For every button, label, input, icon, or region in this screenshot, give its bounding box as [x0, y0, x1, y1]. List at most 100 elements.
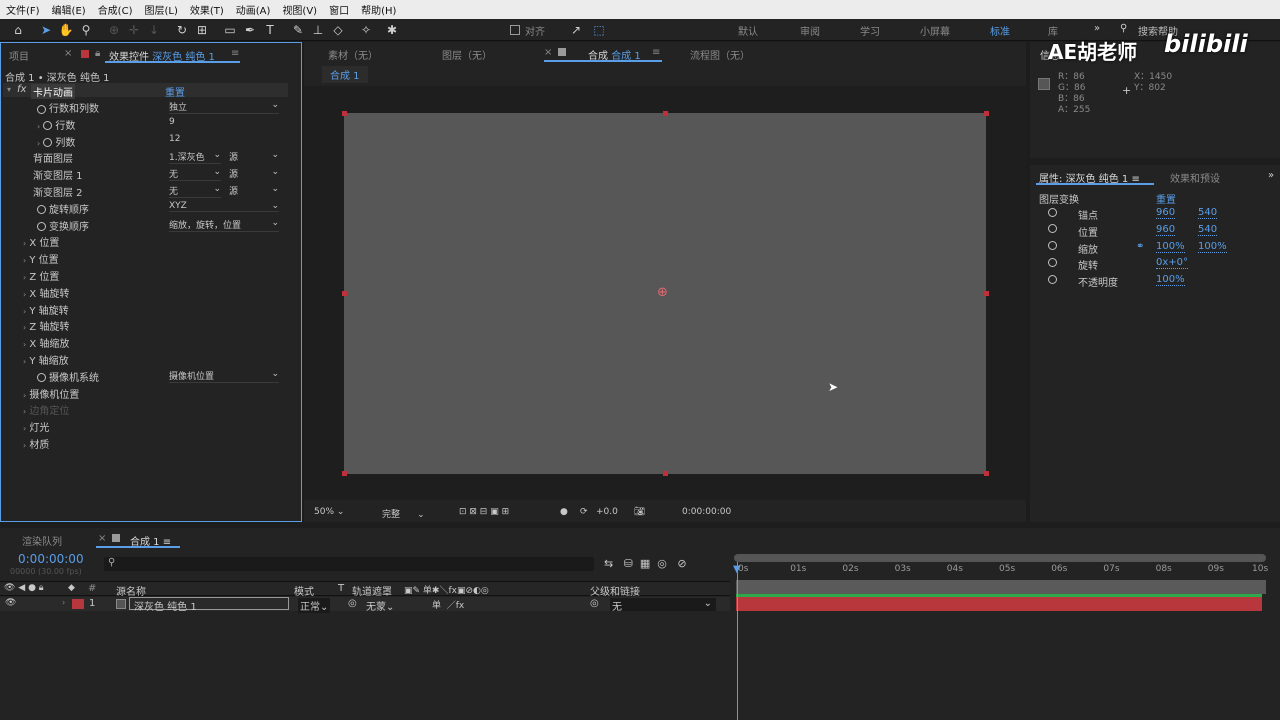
menu-item[interactable]: 合成(C) [92, 2, 139, 17]
col-mode[interactable]: 模式 [294, 583, 314, 598]
switches-icons[interactable]: ▣✎ 单✱＼fx▣⊘◐◎ [404, 583, 489, 596]
layer-handle[interactable] [342, 111, 347, 116]
effect-name[interactable]: 卡片动画 [31, 84, 75, 99]
effect-prop-dropdown[interactable]: 无 ⌄ [169, 184, 221, 198]
workspace-standard[interactable]: 标准 [990, 23, 1010, 38]
effect-prop-dropdown[interactable]: 缩放，旋转，位置 ⌄ [169, 218, 279, 232]
anchor-point-icon[interactable]: ⊕ [657, 285, 668, 300]
parent-dropdown[interactable]: 无 ⌄ [610, 598, 716, 613]
anchor-tool-icon[interactable]: ⊞ [194, 22, 210, 38]
viewer-timecode[interactable]: 0:00:00:00 [682, 507, 731, 517]
timeline-search-input[interactable]: ⚲ [104, 557, 594, 571]
col-parent[interactable]: 父级和链接 [590, 583, 640, 598]
panel-menu-icon[interactable]: ≡ [652, 47, 660, 58]
effect-prop-row[interactable]: › Y 位置 [23, 251, 59, 266]
effect-prop-row[interactable]: 摄像机系统 [37, 369, 99, 384]
effect-prop-row[interactable]: › X 轴缩放 [23, 335, 69, 350]
rectangle-tool-icon[interactable]: ▭ [222, 22, 238, 38]
workspace-review[interactable]: 审阅 [800, 23, 820, 38]
layer-handle[interactable] [342, 291, 347, 296]
zoom-tool-icon[interactable]: ⚲ [78, 22, 94, 38]
effect-prop-row[interactable]: › Z 位置 [23, 268, 59, 283]
view-options-icons[interactable]: ⊡ ⊠ ⊟ ▣ ⊞ [459, 507, 509, 517]
layer-mode-dropdown[interactable]: 正常⌄ [298, 598, 331, 613]
menu-item[interactable]: 视图(V) [276, 2, 323, 17]
rotate-tool-icon[interactable]: ↻ [174, 22, 190, 38]
search-help-icon[interactable]: ⚲ [1120, 23, 1127, 34]
close-icon[interactable]: × [64, 48, 72, 59]
effect-prop-row[interactable]: 变换顺序 [37, 218, 89, 233]
stopwatch-icon[interactable] [37, 104, 46, 114]
stopwatch-icon[interactable] [1048, 274, 1060, 285]
stopwatch-icon[interactable] [43, 138, 53, 148]
layer-name-field[interactable]: 深灰色 纯色 1 [129, 597, 289, 613]
effect-prop-row[interactable]: › 材质 [23, 436, 49, 451]
menu-item[interactable]: 图层(L) [138, 2, 183, 17]
effect-prop-row[interactable]: › 边角定位 [23, 402, 69, 417]
stopwatch-icon[interactable] [1048, 241, 1060, 252]
menu-item[interactable]: 窗口 [323, 2, 355, 17]
roto-brush-icon[interactable]: ✧ [358, 22, 374, 38]
align-checkbox[interactable] [510, 25, 520, 35]
effect-prop-row[interactable]: › 摄像机位置 [23, 386, 79, 401]
expand-arrow-icon[interactable]: › [23, 290, 26, 299]
close-icon[interactable]: × [544, 47, 552, 58]
expand-arrow-icon[interactable]: › [23, 239, 26, 248]
effect-prop-row[interactable]: 旋转顺序 [37, 201, 89, 216]
hand-tool-icon[interactable]: ✋ [58, 22, 74, 38]
effect-prop-row[interactable]: › Y 轴旋转 [23, 302, 69, 317]
effect-prop-row[interactable]: › 列数 [37, 134, 75, 149]
exposure-value[interactable]: +0.0 [596, 507, 618, 517]
workspace-more[interactable]: » [1094, 23, 1100, 34]
timeline-tool-icons[interactable]: ⇆ ⛁ ▦ ◎ ⊘ [604, 557, 687, 570]
transform-prop-value[interactable]: 100% [1156, 241, 1185, 253]
fx-icon[interactable]: fx [17, 84, 26, 95]
panel-menu-icon[interactable]: ≡ [231, 48, 239, 59]
expand-arrow-icon[interactable]: › [23, 340, 26, 349]
layer-handle[interactable] [984, 111, 989, 116]
expand-arrow-icon[interactable]: › [23, 424, 26, 433]
layer-handle[interactable] [663, 471, 668, 476]
transform-prop-value[interactable]: 100% [1198, 241, 1227, 253]
layer-expand-arrow[interactable]: › [62, 598, 65, 607]
effect-prop-row[interactable]: 渐变图层 2 [33, 184, 83, 199]
effect-prop-row[interactable]: › X 轴旋转 [23, 285, 69, 300]
effect-prop-source-dropdown[interactable]: 源 ⌄ [229, 167, 279, 180]
effect-prop-row[interactable]: › 行数 [37, 117, 75, 132]
transform-reset-link[interactable]: 重置 [1156, 191, 1176, 206]
workspace-small-screen[interactable]: 小屏幕 [920, 23, 950, 38]
menu-item[interactable]: 效果(T) [184, 2, 230, 17]
close-icon[interactable]: × [98, 533, 106, 544]
channel-icon[interactable]: ● [560, 507, 568, 517]
expand-arrow-icon[interactable]: › [37, 139, 40, 148]
menu-item[interactable]: 编辑(E) [46, 2, 92, 17]
transform-prop-value[interactable]: 100% [1156, 274, 1185, 287]
current-time-indicator[interactable] [737, 562, 738, 720]
layer-switches[interactable]: 单 ／fx [432, 598, 464, 611]
snap-options-icon[interactable]: ⬚ [591, 22, 607, 38]
effect-prop-row[interactable]: › Z 轴旋转 [23, 318, 69, 333]
transform-prop-value[interactable]: 540 [1198, 224, 1218, 236]
transform-prop-value[interactable]: 0x+0° [1156, 257, 1189, 270]
effect-expand-arrow[interactable]: ▾ [7, 84, 11, 95]
effect-prop-dropdown[interactable]: 摄像机位置 ⌄ [169, 369, 279, 383]
snap-icon[interactable]: ↗ [568, 22, 584, 38]
brush-tool-icon[interactable]: ✎ [290, 22, 306, 38]
home-icon[interactable]: ⌂ [10, 22, 26, 38]
work-area-range[interactable] [736, 580, 1266, 594]
menu-item[interactable]: 动画(A) [230, 2, 277, 17]
stopwatch-icon[interactable] [1048, 224, 1060, 235]
tab-render-queue[interactable]: 渲染队列 [22, 533, 62, 548]
effect-prop-dropdown[interactable]: XYZ ⌄ [169, 201, 279, 212]
col-track-matte[interactable]: 轨道遮罩 [352, 583, 392, 598]
matte-pickwhip-icon[interactable]: ◎ [348, 598, 357, 609]
stopwatch-icon[interactable] [43, 121, 53, 131]
stopwatch-icon[interactable] [37, 373, 46, 383]
transform-prop-value[interactable]: 960 [1156, 224, 1176, 236]
puppet-tool-icon[interactable]: ✱ [384, 22, 400, 38]
col-t[interactable]: T [338, 583, 344, 594]
col-source-name[interactable]: 源名称 [116, 583, 146, 598]
effect-prop-source-dropdown[interactable]: 源 ⌄ [229, 150, 279, 163]
effect-prop-row[interactable]: › X 位置 [23, 234, 59, 249]
effect-prop-value[interactable]: 9 [169, 117, 175, 127]
